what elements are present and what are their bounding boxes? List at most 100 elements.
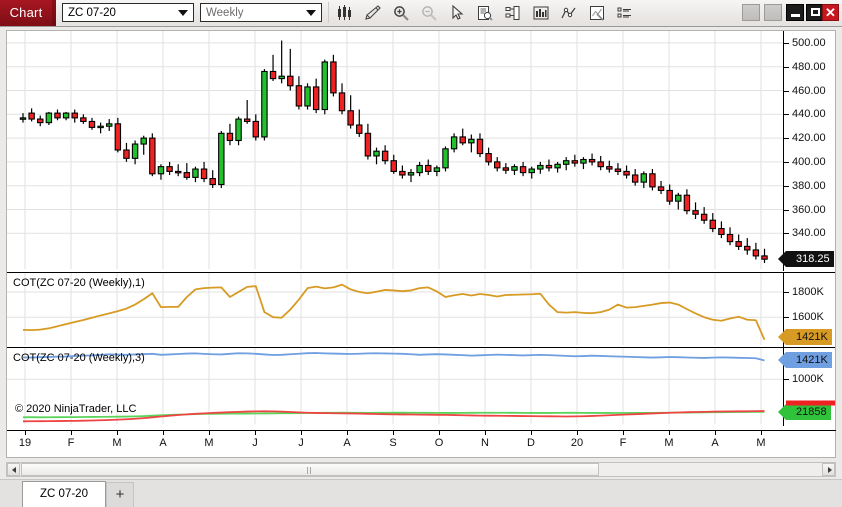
cot3-axis[interactable]: 1000K1421K21858	[783, 348, 835, 426]
price-axis-tick	[784, 91, 789, 92]
interval-select-value: Weekly	[206, 4, 244, 22]
zoom-in-icon[interactable]	[388, 2, 414, 24]
time-axis-label: M	[204, 437, 213, 449]
time-axis-tick	[623, 430, 624, 435]
chart-list-icon[interactable]	[612, 2, 638, 24]
strategies-icon[interactable]	[556, 2, 582, 24]
tag-pointer	[778, 352, 786, 368]
scroll-right-arrow-icon[interactable]	[822, 463, 835, 476]
time-axis-label: A	[159, 437, 166, 449]
time-axis-tick	[761, 430, 762, 435]
last-price-tag: 318.25	[786, 251, 834, 267]
time-axis-tick	[163, 430, 164, 435]
cot1-panel-label: COT(ZC 07-20 (Weekly),1)	[13, 277, 145, 289]
data-box-icon[interactable]	[472, 2, 498, 24]
value-axis-tick	[784, 317, 789, 318]
drawing-tools-pencil-icon[interactable]	[360, 2, 386, 24]
panel-layout-icon[interactable]	[500, 2, 526, 24]
value-axis-label: 1800K	[792, 286, 824, 298]
ghost-button-1[interactable]	[742, 4, 760, 21]
horizontal-scrollbar[interactable]	[6, 462, 836, 477]
time-axis-label: A	[343, 437, 350, 449]
cot1-value-tag: 1421K	[786, 329, 832, 345]
tag-pointer	[778, 404, 786, 420]
toolbar-separator	[328, 2, 329, 23]
price-axis-tick	[784, 210, 789, 211]
price-axis-tick	[784, 67, 789, 68]
ghost-button-2[interactable]	[764, 4, 782, 21]
price-axis-tick	[784, 186, 789, 187]
app-title-badge: Chart	[0, 0, 52, 26]
copyright-label: © 2020 NinjaTrader, LLC	[15, 403, 136, 415]
scrollbar-thumb[interactable]	[21, 463, 599, 476]
zoom-out-icon[interactable]	[416, 2, 442, 24]
price-axis-tick	[784, 43, 789, 44]
tag-pointer	[778, 329, 786, 345]
cot3-green-tag: 21858	[786, 404, 831, 420]
chevron-down-icon	[306, 10, 316, 16]
time-axis-label: F	[68, 437, 75, 449]
time-axis-label: F	[620, 437, 627, 449]
price-axis-label: 480.00	[792, 61, 826, 73]
time-axis-tick	[715, 430, 716, 435]
scroll-left-arrow-icon[interactable]	[7, 463, 20, 476]
cot1-panel[interactable]: COT(ZC 07-20 (Weekly),1) 1800K 1600K 1421K	[7, 272, 835, 347]
price-panel[interactable]: 500.00480.00460.00440.00420.00400.00380.…	[7, 31, 835, 271]
cursor-pointer-icon[interactable]	[444, 2, 470, 24]
instrument-select[interactable]: ZC 07-20	[62, 3, 194, 22]
price-axis-label: 460.00	[792, 85, 826, 97]
price-axis-tick	[784, 162, 789, 163]
time-axis-line	[7, 430, 836, 431]
price-axis-label: 420.00	[792, 132, 826, 144]
time-axis[interactable]: 19FMAMJJASOND20FMAM	[6, 430, 836, 458]
time-axis-label: J	[252, 437, 258, 449]
close-button[interactable]: ✕	[822, 4, 839, 21]
time-axis-tick	[347, 430, 348, 435]
badge-edge	[52, 0, 56, 26]
price-axis[interactable]: 500.00480.00460.00440.00420.00400.00380.…	[783, 31, 835, 271]
tab-zc-07-20[interactable]: ZC 07-20	[22, 481, 106, 507]
time-axis-label: S	[389, 437, 396, 449]
time-axis-label: 20	[571, 437, 583, 449]
price-axis-label: 400.00	[792, 156, 826, 168]
chevron-down-icon	[178, 10, 188, 16]
time-axis-tick	[439, 430, 440, 435]
time-axis-label: J	[298, 437, 304, 449]
add-tab-button[interactable]: +	[106, 482, 134, 507]
time-axis-label: 19	[19, 437, 31, 449]
time-axis-tick	[209, 430, 210, 435]
price-plot-area[interactable]	[7, 31, 783, 271]
cot3-red-tag	[786, 400, 835, 405]
time-axis-tick	[393, 430, 394, 435]
time-axis-label: D	[527, 437, 535, 449]
indicators-icon[interactable]	[528, 2, 554, 24]
toolbar: Chart ZC 07-20 Weekly	[0, 0, 842, 27]
chart-properties-icon[interactable]	[584, 2, 610, 24]
minimize-button[interactable]	[786, 4, 804, 21]
chart-type-icon[interactable]	[332, 2, 358, 24]
time-axis-tick	[255, 430, 256, 435]
time-axis-label: M	[664, 437, 673, 449]
tag-pointer	[778, 251, 786, 267]
cot3-blue-tag: 1421K	[786, 352, 832, 368]
cot3-panel-label: COT(ZC 07-20 (Weekly),3)	[13, 352, 145, 364]
value-axis-label: 1600K	[792, 311, 824, 323]
cot1-axis[interactable]: 1800K 1600K 1421K	[783, 273, 835, 347]
time-axis-tick	[117, 430, 118, 435]
tab-bar: ZC 07-20 +	[0, 479, 842, 507]
interval-select[interactable]: Weekly	[200, 3, 322, 22]
value-axis-tick	[784, 379, 789, 380]
chart-window: Chart ZC 07-20 Weekly	[0, 0, 842, 506]
price-axis-label: 500.00	[792, 37, 826, 49]
time-axis-label: M	[756, 437, 765, 449]
instrument-select-value: ZC 07-20	[68, 4, 116, 22]
time-axis-label: A	[711, 437, 718, 449]
time-axis-tick	[531, 430, 532, 435]
time-axis-label: N	[481, 437, 489, 449]
cot3-panel[interactable]: COT(ZC 07-20 (Weekly),3) © 2020 NinjaTra…	[7, 347, 835, 426]
price-axis-label: 340.00	[792, 227, 826, 239]
price-axis-tick	[784, 114, 789, 115]
chart-frame: 500.00480.00460.00440.00420.00400.00380.…	[6, 30, 836, 458]
time-axis-label: O	[435, 437, 444, 449]
time-axis-tick	[71, 430, 72, 435]
